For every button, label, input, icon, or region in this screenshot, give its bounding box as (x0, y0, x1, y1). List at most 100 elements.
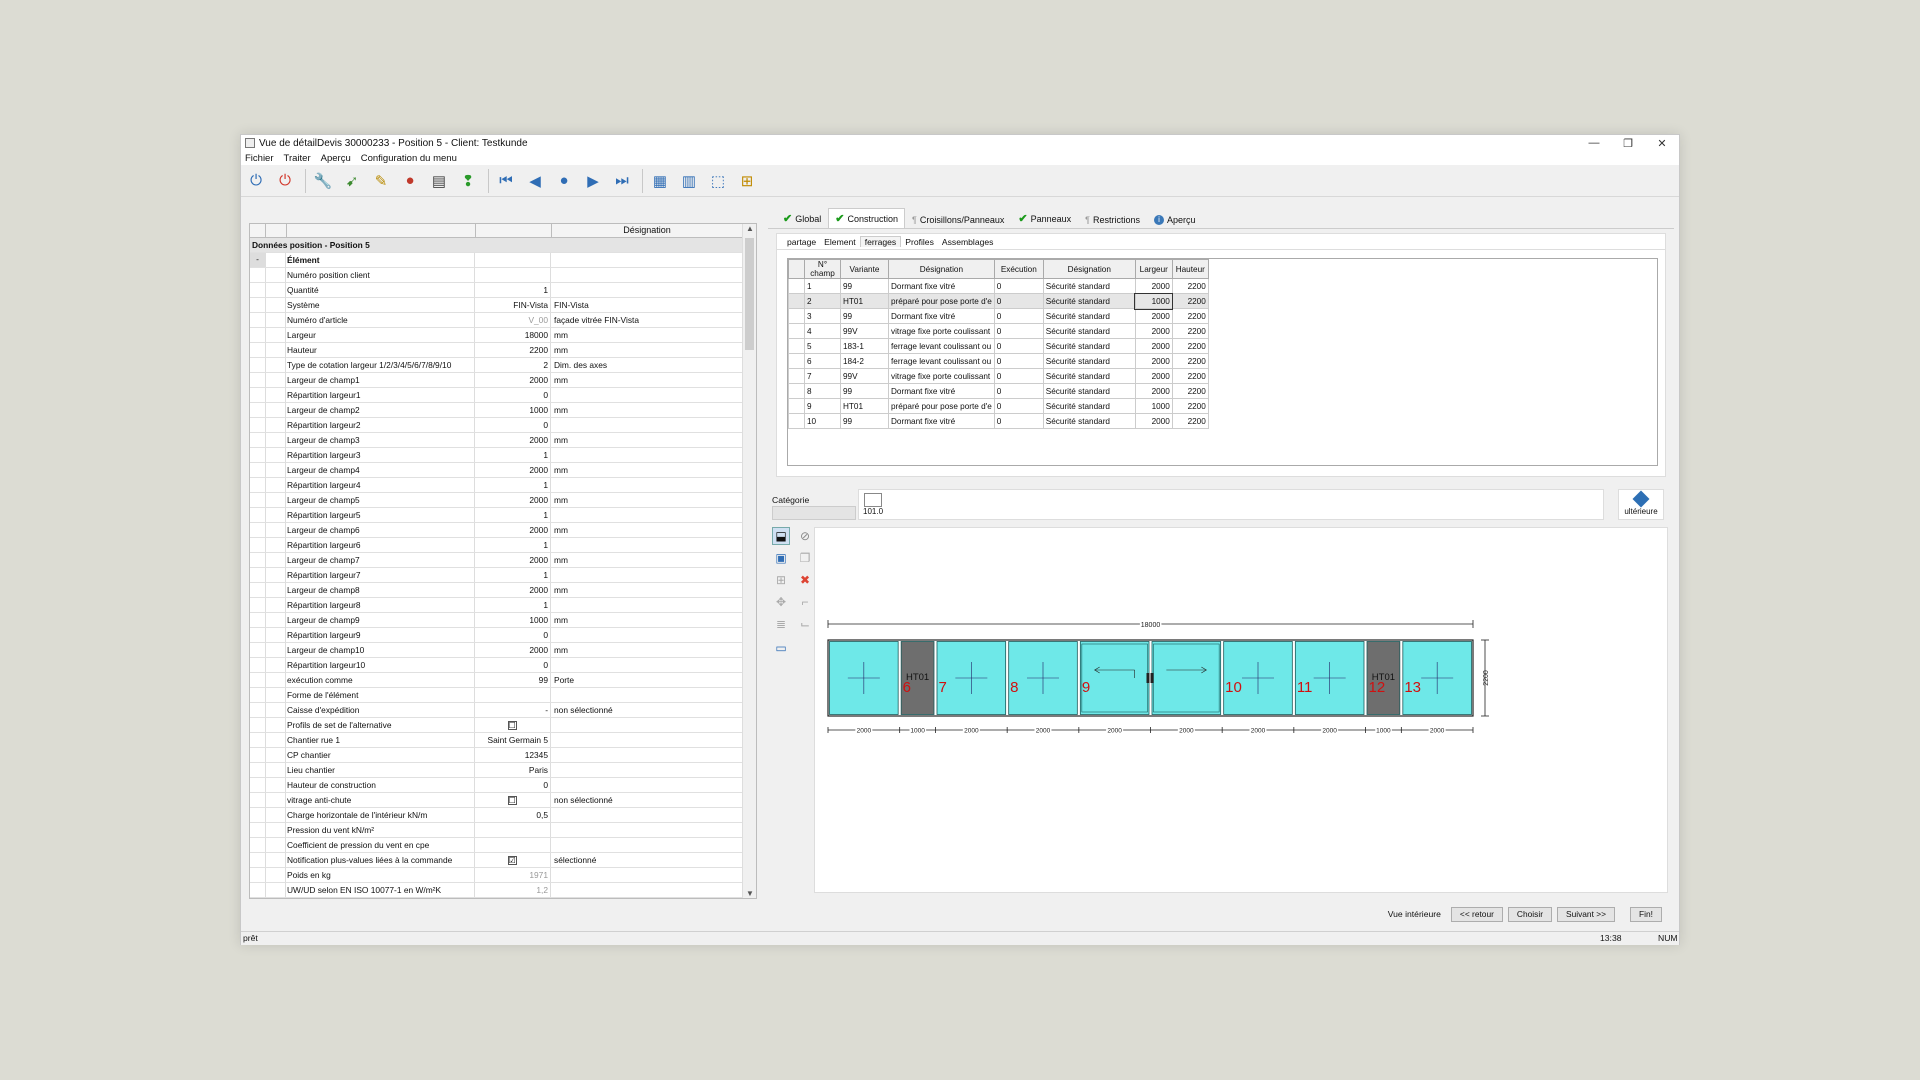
edit-icon[interactable]: ✎ (368, 168, 394, 194)
property-value[interactable]: V_00 (476, 313, 551, 327)
property-value[interactable]: 2000 (476, 553, 551, 567)
table-cell[interactable]: 9 (804, 398, 841, 414)
column-header[interactable]: N° champ (804, 259, 841, 279)
table-cell[interactable]: 99V (840, 323, 889, 339)
tools-icon[interactable]: 🔧 (310, 168, 336, 194)
table-row[interactable]: 10 99 Dormant fixe vitré 0 Sécurité standard… (788, 413, 1209, 429)
table-row[interactable]: 7 99V vitrage fixe porte coulissant 0 Sécuri… (788, 368, 1209, 384)
property-row[interactable]: Numéro d'article V_00 façade vitrée FIN-Vi… (250, 313, 756, 328)
property-value[interactable]: 2 (476, 358, 551, 372)
property-row[interactable]: CP chantier 12345 (250, 748, 756, 763)
power-blue-icon[interactable]: ⏻ (243, 168, 269, 194)
table-cell[interactable]: 2000 (1134, 278, 1173, 294)
tab-panneaux[interactable]: ✔ Panneaux (1011, 208, 1078, 228)
column-header[interactable]: Variante (840, 259, 889, 279)
table-cell[interactable]: Dormant fixe vitré (888, 383, 995, 399)
property-row[interactable]: Répartition largeur5 1 (250, 508, 756, 523)
table-cell[interactable]: Sécurité standard (1042, 338, 1136, 354)
table-cell[interactable]: 99 (840, 383, 889, 399)
property-value[interactable]: 2000 (476, 583, 551, 597)
property-row[interactable]: Profils de set de l'alternative ☐ (250, 718, 756, 733)
property-checkbox[interactable]: ☐ (476, 793, 551, 807)
table-cell[interactable]: Sécurité standard (1042, 413, 1136, 429)
property-row[interactable]: Répartition largeur1 0 (250, 388, 756, 403)
property-row[interactable]: Hauteur de construction 0 (250, 778, 756, 793)
category-item[interactable]: 101.0 (863, 493, 883, 516)
column-header[interactable]: Désignation (1042, 259, 1136, 279)
property-value[interactable]: 1000 (476, 613, 551, 627)
table-cell[interactable]: Sécurité standard (1042, 398, 1136, 414)
column-header[interactable]: Exécution (993, 259, 1044, 279)
property-row[interactable]: Répartition largeur9 0 (250, 628, 756, 643)
property-value[interactable]: 1 (476, 538, 551, 552)
property-value[interactable] (476, 823, 551, 837)
property-row[interactable]: Charge horizontale de l'intérieur kN/m 0,… (250, 808, 756, 823)
menu-apercu[interactable]: Aperçu (321, 153, 351, 164)
property-value[interactable]: Paris (476, 763, 551, 777)
property-row[interactable]: Répartition largeur3 1 (250, 448, 756, 463)
table-cell[interactable]: 2000 (1134, 383, 1173, 399)
subtab-assemblages[interactable]: Assemblages (938, 237, 998, 247)
group-row[interactable]: - Élément (250, 253, 756, 268)
property-value[interactable]: 1,2 (476, 883, 551, 897)
property-value[interactable]: 1 (476, 478, 551, 492)
pointer-tool-icon[interactable]: ⬓ (772, 527, 790, 545)
property-value[interactable]: 2000 (476, 523, 551, 537)
table-cell[interactable]: 99 (840, 413, 889, 429)
property-row[interactable]: Largeur de champ9 1000 mm (250, 613, 756, 628)
table-cell[interactable]: 0 (993, 353, 1044, 369)
subtab-profiles[interactable]: Profiles (901, 237, 938, 247)
property-value[interactable]: 1 (476, 598, 551, 612)
align-icon[interactable]: ⌙ (796, 615, 814, 633)
property-row[interactable]: Largeur de champ2 1000 mm (250, 403, 756, 418)
property-row[interactable]: Chantier rue 1 Saint Germain 5 (250, 733, 756, 748)
property-value[interactable]: 0 (476, 388, 551, 402)
table-cell[interactable]: HT01 (840, 293, 889, 309)
tab-global[interactable]: ✔ Global (776, 208, 828, 228)
tab-aper-u[interactable]: i Aperçu (1147, 211, 1203, 228)
table-cell[interactable]: 3 (804, 308, 841, 324)
tab-restrictions[interactable]: ¶ Restrictions (1078, 211, 1147, 228)
table-cell[interactable]: Sécurité standard (1042, 353, 1136, 369)
table-cell[interactable]: 2200 (1171, 383, 1209, 399)
property-value[interactable]: 1971 (476, 868, 551, 882)
split-icon[interactable]: ⊞ (772, 571, 790, 589)
table-cell[interactable]: 0 (993, 278, 1044, 294)
property-row[interactable]: Largeur de champ6 2000 mm (250, 523, 756, 538)
table-row[interactable]: 9 HT01 préparé pour pose porte d'e 0 Sécurit… (788, 398, 1209, 414)
property-row[interactable]: Lieu chantier Paris (250, 763, 756, 778)
table-cell[interactable]: 0 (993, 338, 1044, 354)
table-cell[interactable]: ferrage levant coulissant ou (888, 338, 995, 354)
table-cell[interactable]: 2200 (1171, 323, 1209, 339)
table-cell[interactable]: Sécurité standard (1042, 323, 1136, 339)
property-value[interactable]: - (476, 703, 551, 717)
table-cell[interactable]: Sécurité standard (1042, 293, 1136, 309)
property-row[interactable]: Pression du vent kN/m² (250, 823, 756, 838)
property-value[interactable] (476, 268, 551, 282)
property-row[interactable]: Poids en kg 1971 (250, 868, 756, 883)
property-value[interactable]: 2000 (476, 493, 551, 507)
table-cell[interactable]: Sécurité standard (1042, 308, 1136, 324)
table-cell[interactable]: 4 (804, 323, 841, 339)
table-cell[interactable]: 2200 (1171, 278, 1209, 294)
table-cell[interactable]: 2200 (1171, 308, 1209, 324)
tab-construction[interactable]: ✔ Construction (828, 208, 905, 228)
property-row[interactable]: Largeur 18000 mm (250, 328, 756, 343)
property-row[interactable]: Caisse d'expédition - non sélectionné (250, 703, 756, 718)
property-row[interactable]: Largeur de champ8 2000 mm (250, 583, 756, 598)
menu-traiter[interactable]: Traiter (284, 153, 311, 164)
grid-scrollbar[interactable]: ▲ ▼ (742, 224, 756, 898)
property-value[interactable]: 0 (476, 418, 551, 432)
document-icon[interactable]: ▤ (426, 168, 452, 194)
forbidden-icon[interactable]: ⊘ (796, 527, 814, 545)
table-cell[interactable]: 1 (804, 278, 841, 294)
table-cell[interactable]: Sécurité standard (1042, 383, 1136, 399)
first-icon[interactable]: ⏮ (493, 168, 519, 194)
layers-icon[interactable]: ≣ (772, 615, 790, 633)
property-row[interactable]: Coefficient de pression du vent en cpe (250, 838, 756, 853)
property-value[interactable]: 0 (476, 658, 551, 672)
table-cell[interactable]: 183-1 (840, 338, 889, 354)
property-row[interactable]: Hauteur 2200 mm (250, 343, 756, 358)
subtab-ferrages[interactable]: ferrages (859, 236, 902, 247)
property-row[interactable]: Répartition largeur6 1 (250, 538, 756, 553)
